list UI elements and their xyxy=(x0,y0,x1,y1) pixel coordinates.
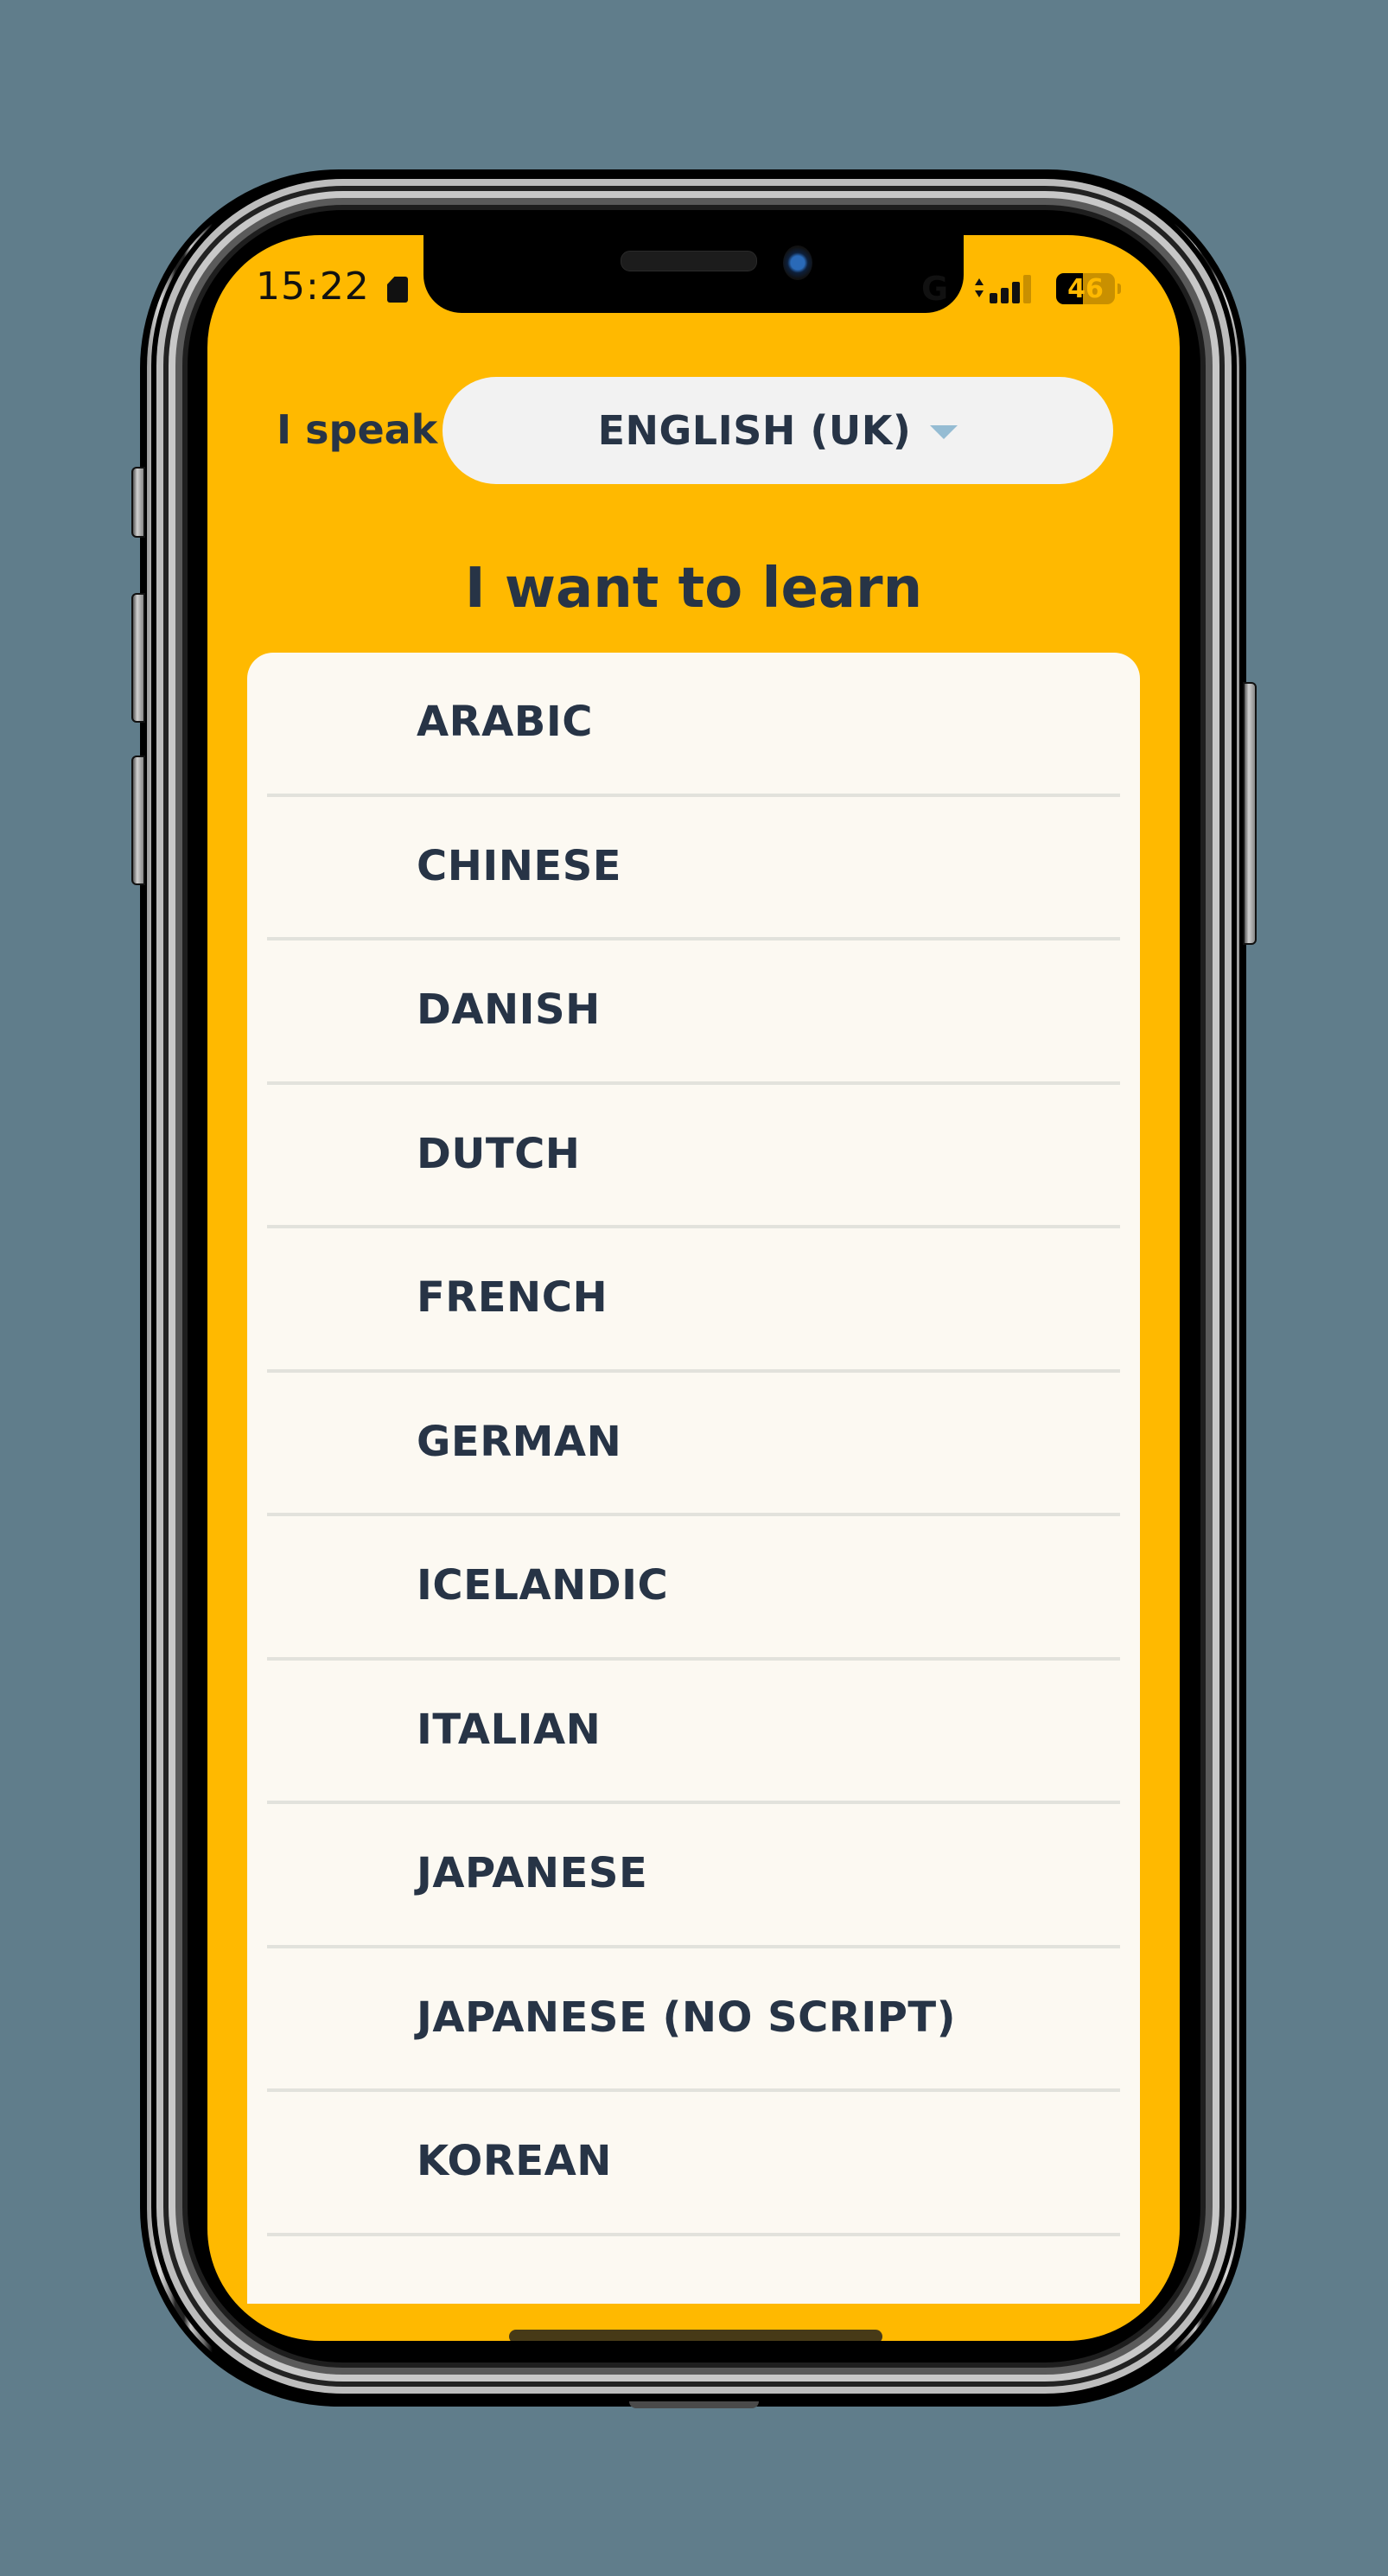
language-list-item[interactable]: JAPANESE (NO SCRIPT) xyxy=(267,1948,1120,2092)
native-language-value: ENGLISH (UK) xyxy=(597,407,912,454)
caret-down-icon xyxy=(930,425,958,439)
front-camera xyxy=(783,245,812,280)
sd-card-icon xyxy=(387,277,408,303)
language-name: ICELANDIC xyxy=(417,1561,669,1610)
language-list-item[interactable]: ARABIC xyxy=(267,653,1120,797)
language-name: JAPANESE xyxy=(417,1849,648,1897)
language-name: ARABIC xyxy=(417,698,593,746)
data-transfer-icon xyxy=(975,278,984,297)
status-time: 15:22 xyxy=(256,265,370,309)
learn-title: I want to learn xyxy=(464,557,923,621)
signal-strength-icon xyxy=(990,274,1033,303)
volume-up-button xyxy=(131,593,145,723)
signal-bar xyxy=(1012,282,1020,303)
volume-down-button xyxy=(131,756,145,885)
language-list-item[interactable]: CHINESE xyxy=(267,797,1120,940)
language-name: KOREAN xyxy=(417,2137,612,2185)
language-list-item[interactable]: DANISH xyxy=(267,940,1120,1085)
language-name: FRENCH xyxy=(417,1273,608,1322)
battery-percent: 46 xyxy=(1067,274,1104,304)
home-indicator[interactable] xyxy=(509,2330,882,2341)
native-language-select[interactable]: ENGLISH (UK) xyxy=(443,377,1113,484)
power-button xyxy=(1243,682,1257,945)
language-list-item[interactable]: ICELANDIC xyxy=(267,1516,1120,1661)
language-list-item[interactable]: DUTCH xyxy=(267,1085,1120,1228)
i-speak-label: I speak xyxy=(277,406,438,453)
language-list-item[interactable]: FRENCH xyxy=(267,1228,1120,1373)
language-list-item[interactable]: ITALIAN xyxy=(267,1661,1120,1804)
language-list[interactable]: ARABIC CHINESE DANISH DUTCH FRENCH GERMAN ICEL… xyxy=(247,653,1140,2304)
signal-bar xyxy=(1001,288,1009,303)
language-name: GERMAN xyxy=(417,1417,622,1466)
signal-bar xyxy=(990,293,997,303)
phone-bottom-edge xyxy=(629,2401,759,2408)
language-name: ITALIAN xyxy=(417,1705,602,1754)
language-name: CHINESE xyxy=(417,841,622,890)
battery-terminal xyxy=(1117,284,1121,294)
language-list-item[interactable]: JAPANESE xyxy=(267,1804,1120,1948)
language-name: DANISH xyxy=(417,985,601,1034)
signal-bar xyxy=(1023,275,1031,303)
language-name: JAPANESE (NO SCRIPT) xyxy=(417,1993,957,2042)
notch xyxy=(423,235,964,313)
mute-switch xyxy=(131,467,145,538)
battery-icon: 46 xyxy=(1056,273,1115,304)
network-type: G xyxy=(921,270,949,308)
language-list-item[interactable]: GERMAN xyxy=(267,1373,1120,1516)
app-screen: 15:22 G 46 I speak ENGLISH (UK) I want t… xyxy=(207,235,1180,2341)
language-name: DUTCH xyxy=(417,1129,581,1178)
language-list-item[interactable]: KOREAN xyxy=(267,2092,1120,2236)
language-list-item[interactable] xyxy=(267,2236,1120,2305)
speaker-grille xyxy=(621,251,757,271)
